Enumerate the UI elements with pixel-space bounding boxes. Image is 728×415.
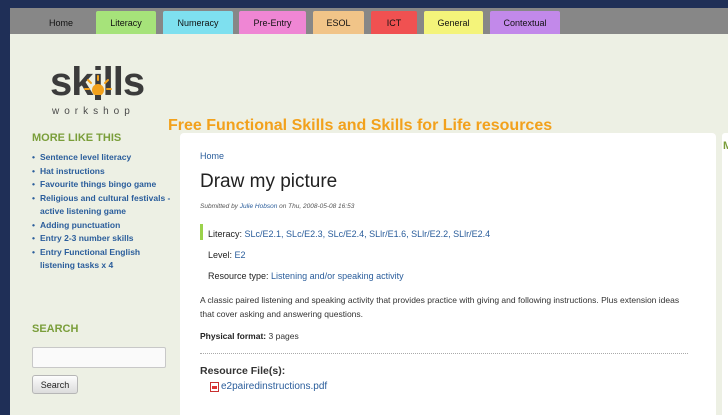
level-value[interactable]: E2 (235, 250, 246, 260)
related-list: Sentence level literacy Hat instructions… (32, 151, 172, 273)
page-title: Draw my picture (200, 171, 338, 192)
literacy-row: Literacy: SLc/E2.1, SLc/E2.3, SLc/E2.4, … (200, 224, 700, 245)
tab-pre-entry-label: Pre-Entry (253, 17, 292, 28)
tab-literacy-label: Literacy (110, 17, 142, 28)
related-item[interactable]: Favourite things bingo game (32, 178, 172, 192)
search-button[interactable]: Search (32, 375, 78, 394)
submitted-date: on Thu, 2008-05-08 16:53 (279, 203, 355, 210)
top-navigation: Home Literacy Numeracy Pre-Entry ESOL IC… (10, 8, 728, 34)
resource-type-row: Resource type: Listening and/or speaking… (200, 266, 700, 287)
submitted-info: Submitted by Julie Hobson on Thu, 2008-0… (200, 203, 354, 210)
level-row: Level: E2 (200, 245, 700, 266)
breadcrumb-home[interactable]: Home (200, 151, 224, 161)
tab-esol-label: ESOL (326, 17, 351, 28)
resource-type-value[interactable]: Listening and/or speaking activity (271, 271, 404, 281)
tab-general[interactable]: General (424, 11, 483, 34)
related-item[interactable]: Hat instructions (32, 165, 172, 179)
divider (200, 353, 688, 354)
right-sidebar-edge (722, 133, 728, 415)
literacy-values[interactable]: SLc/E2.1, SLc/E2.3, SLc/E2.4, SLlr/E1.6,… (245, 229, 491, 239)
related-item[interactable]: Entry 2-3 number skills (32, 232, 172, 246)
main-content: Home Draw my picture Submitted by Julie … (180, 133, 716, 415)
literacy-label: Literacy: (208, 229, 243, 239)
search-input[interactable] (32, 347, 166, 368)
site-header: skills workshop Free Functional Skills a… (10, 34, 728, 134)
tab-home[interactable]: Home (36, 11, 86, 34)
resource-files-heading: Resource File(s): (200, 365, 286, 377)
tab-home-label: Home (48, 17, 73, 28)
tab-contextual-label: Contextual (503, 17, 547, 28)
tab-esol[interactable]: ESOL (313, 11, 364, 34)
level-label: Level: (208, 250, 233, 260)
lightbulb-icon (84, 74, 112, 109)
physical-format-value: 3 pages (268, 331, 299, 341)
sidebar: MORE LIKE THIS Sentence level literacy H… (32, 132, 172, 394)
physical-format-label: Physical format: (200, 331, 267, 341)
related-item[interactable]: Religious and cultural festivals - activ… (32, 192, 172, 219)
browser-viewport: Home Literacy Numeracy Pre-Entry ESOL IC… (10, 8, 728, 415)
related-item[interactable]: Adding punctuation (32, 219, 172, 233)
file-link[interactable]: e2pairedinstructions.pdf (210, 381, 327, 392)
file-name[interactable]: e2pairedinstructions.pdf (221, 381, 327, 392)
related-item[interactable]: Entry Functional English listening tasks… (32, 246, 172, 273)
physical-format: Physical format: 3 pages (200, 331, 299, 341)
tab-general-label: General (437, 17, 470, 28)
resource-type-label: Resource type: (208, 271, 269, 281)
submitted-prefix: Submitted by (200, 203, 238, 210)
resource-description: A classic paired listening and speaking … (200, 295, 680, 319)
more-like-this-heading: MORE LIKE THIS (32, 132, 122, 144)
pdf-icon (210, 381, 219, 392)
tab-numeracy-label: Numeracy (177, 17, 219, 28)
search-heading: SEARCH (32, 323, 79, 335)
right-sidebar-heading: M (723, 140, 728, 152)
author-link[interactable]: Julie Hobson (240, 203, 278, 210)
tab-ict[interactable]: ICT (371, 11, 417, 34)
taxonomy-block: Literacy: SLc/E2.1, SLc/E2.3, SLc/E2.4, … (200, 224, 700, 287)
tab-ict-label: ICT (386, 17, 402, 28)
related-item[interactable]: Sentence level literacy (32, 151, 172, 165)
tab-literacy[interactable]: Literacy (96, 11, 156, 34)
tab-numeracy[interactable]: Numeracy (163, 11, 233, 34)
tab-pre-entry[interactable]: Pre-Entry (239, 11, 306, 34)
tab-contextual[interactable]: Contextual (490, 11, 560, 34)
